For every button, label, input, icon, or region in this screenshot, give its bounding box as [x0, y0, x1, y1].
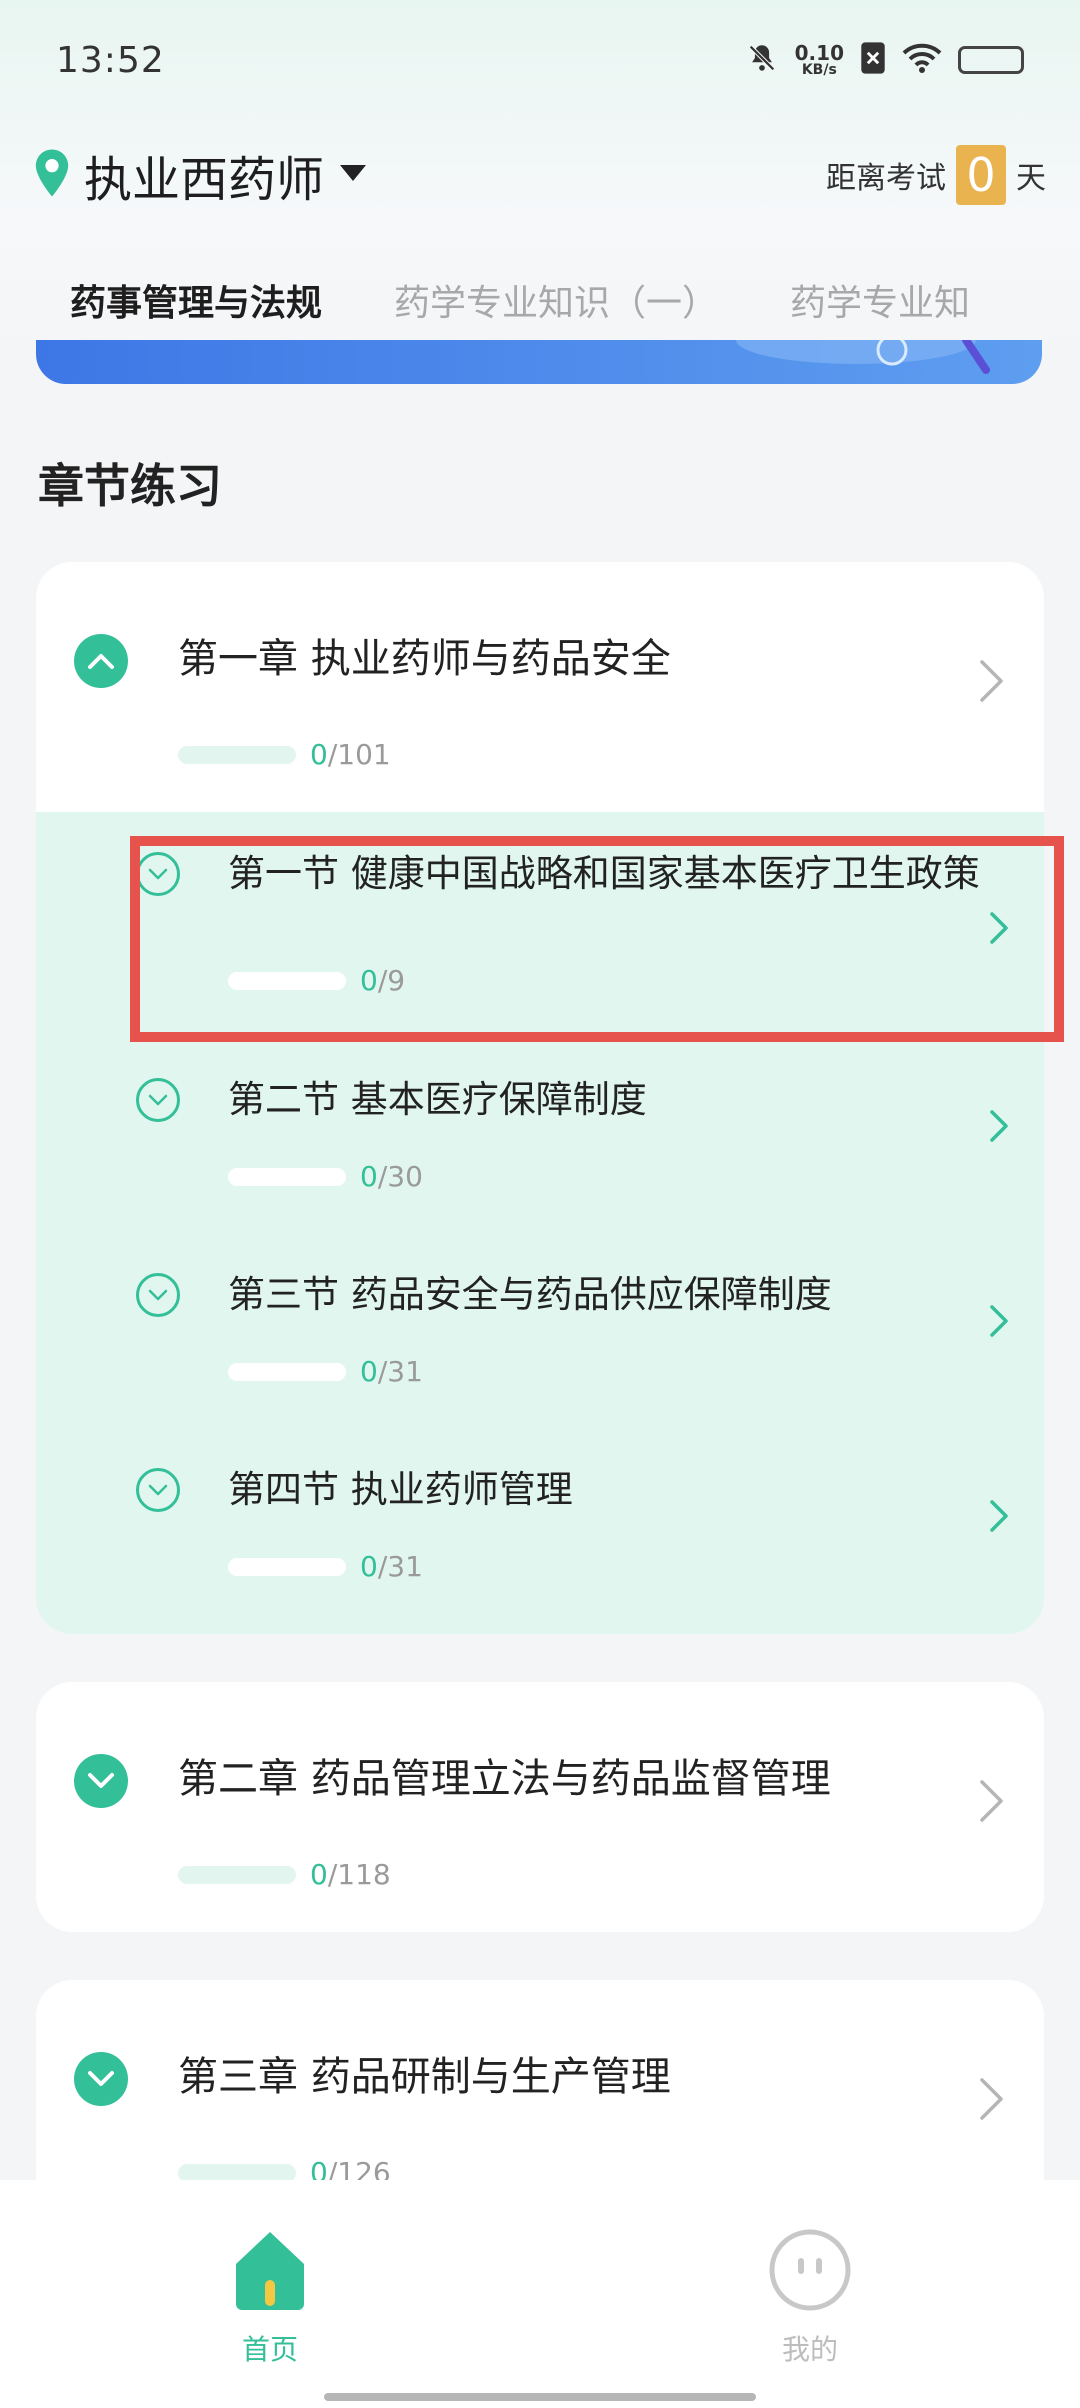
chapter-card[interactable]: 第二章 药品管理立法与药品监督管理 0/118	[36, 1682, 1044, 1932]
section-title: 章节练习	[38, 459, 222, 513]
section-title: 第四节 执业药师管理	[228, 1468, 573, 1511]
status-bar: 13:52 0.10 KB/s	[0, 0, 1080, 120]
chevron-right-icon[interactable]	[978, 658, 1006, 708]
progress-text: 0/31	[360, 1550, 423, 1583]
exam-countdown-label: 距离考试	[826, 161, 946, 196]
section-item[interactable]: 第二节 基本医疗保障制度 0/30	[36, 1038, 1044, 1233]
chevron-right-icon[interactable]	[978, 1778, 1006, 1828]
expand-chevron-icon[interactable]	[136, 852, 180, 896]
progress-bar	[178, 745, 296, 764]
network-speed: 0.10 KB/s	[795, 43, 844, 77]
bottom-nav: 首页 我的	[0, 2180, 1080, 2408]
exam-countdown-unit: 天	[1016, 161, 1046, 196]
status-time: 13:52	[56, 39, 165, 81]
collapse-chevron-icon[interactable]	[74, 634, 128, 688]
location-selector[interactable]: 执业西药师	[34, 140, 368, 210]
nav-home[interactable]: 首页	[0, 2180, 540, 2408]
tab-pharmacy-knowledge-2[interactable]: 药学专业知	[754, 274, 1006, 326]
chapter-title: 第二章 药品管理立法与药品监督管理	[178, 1756, 831, 1802]
location-pin-icon	[34, 148, 70, 202]
tab-pharmacy-knowledge-1[interactable]: 药学专业知识（一）	[358, 274, 754, 326]
progress-text: 0/101	[310, 738, 391, 771]
chapter-card: 第一章 执业药师与药品安全 0/101 第一节 健康中国战略和国家基本医疗卫生政…	[36, 562, 1044, 1634]
progress-bar	[228, 1167, 346, 1186]
progress-bar	[228, 1557, 346, 1576]
section-progress: 0/30	[228, 1160, 423, 1193]
mute-bell-icon	[745, 41, 779, 79]
chapter-progress: 0/101	[178, 738, 391, 771]
section-list: 第一节 健康中国战略和国家基本医疗卫生政策 0/9 第二节 基本医疗保障制度 0…	[36, 812, 1044, 1634]
section-progress: 0/31	[228, 1550, 423, 1583]
section-item[interactable]: 第四节 执业药师管理 0/31	[36, 1428, 1044, 1623]
nav-me-label: 我的	[781, 2333, 838, 2366]
chevron-right-icon[interactable]	[988, 910, 1010, 950]
section-item[interactable]: 第三节 药品安全与药品供应保障制度 0/31	[36, 1233, 1044, 1428]
chapter-progress: 0/118	[178, 1858, 391, 1891]
section-title: 第三节 药品安全与药品供应保障制度	[228, 1273, 832, 1316]
section-progress: 0/31	[228, 1355, 423, 1388]
exam-countdown-value: 0	[956, 145, 1006, 205]
status-icons: 0.10 KB/s	[745, 41, 1024, 79]
app-header: 执业西药师 距离考试 0 天	[0, 125, 1080, 225]
chapter-title: 第三章 药品研制与生产管理	[178, 2054, 671, 2100]
section-title: 第二节 基本医疗保障制度	[228, 1078, 647, 1121]
progress-bar	[178, 1865, 296, 1884]
progress-text: 0/118	[310, 1858, 391, 1891]
progress-bar	[228, 1362, 346, 1381]
network-speed-value: 0.10	[794, 41, 844, 65]
chapter-header[interactable]: 第一章 执业药师与药品安全 0/101	[36, 562, 1044, 812]
chevron-right-icon[interactable]	[978, 2076, 1006, 2126]
nav-me[interactable]: 我的	[540, 2180, 1080, 2408]
section-progress: 0/9	[228, 964, 405, 997]
progress-text: 0/31	[360, 1355, 423, 1388]
wifi-icon	[902, 42, 942, 78]
expand-chevron-icon[interactable]	[136, 1468, 180, 1512]
exam-countdown: 距离考试 0 天	[826, 145, 1046, 205]
tab-pharmacy-regulations[interactable]: 药事管理与法规	[0, 274, 358, 326]
chevron-right-icon[interactable]	[988, 1498, 1010, 1538]
app-screen: 13:52 0.10 KB/s 执业西药师 距离考试 0 天 药事管理与法规 药…	[0, 0, 1080, 2408]
promo-banner[interactable]	[36, 340, 1042, 384]
chevron-right-icon[interactable]	[988, 1303, 1010, 1343]
home-icon	[230, 2228, 310, 2316]
subject-tabs: 药事管理与法规 药学专业知识（一） 药学专业知	[0, 250, 1080, 350]
gesture-home-bar[interactable]	[324, 2393, 756, 2401]
battery-icon	[958, 46, 1024, 74]
progress-bar	[178, 2163, 296, 2182]
chapter-title: 第一章 执业药师与药品安全	[178, 636, 671, 682]
section-title: 第一节 健康中国战略和国家基本医疗卫生政策	[228, 852, 980, 895]
sim-off-icon	[860, 41, 886, 79]
dropdown-caret-icon	[338, 163, 368, 187]
expand-chevron-icon[interactable]	[136, 1273, 180, 1317]
chevron-right-icon[interactable]	[988, 1108, 1010, 1148]
progress-text: 0/9	[360, 964, 406, 997]
expand-chevron-icon[interactable]	[74, 1754, 128, 1808]
expand-chevron-icon[interactable]	[74, 2052, 128, 2106]
network-speed-unit: KB/s	[801, 62, 837, 78]
chapter-header[interactable]: 第二章 药品管理立法与药品监督管理 0/118	[36, 1682, 1044, 1932]
expand-chevron-icon[interactable]	[136, 1078, 180, 1122]
nav-home-label: 首页	[241, 2333, 298, 2366]
section-item[interactable]: 第一节 健康中国战略和国家基本医疗卫生政策 0/9	[36, 812, 1044, 1038]
progress-text: 0/30	[360, 1160, 423, 1193]
profile-face-icon	[768, 2228, 852, 2316]
location-title: 执业西药师	[84, 152, 325, 208]
progress-bar	[228, 971, 346, 990]
